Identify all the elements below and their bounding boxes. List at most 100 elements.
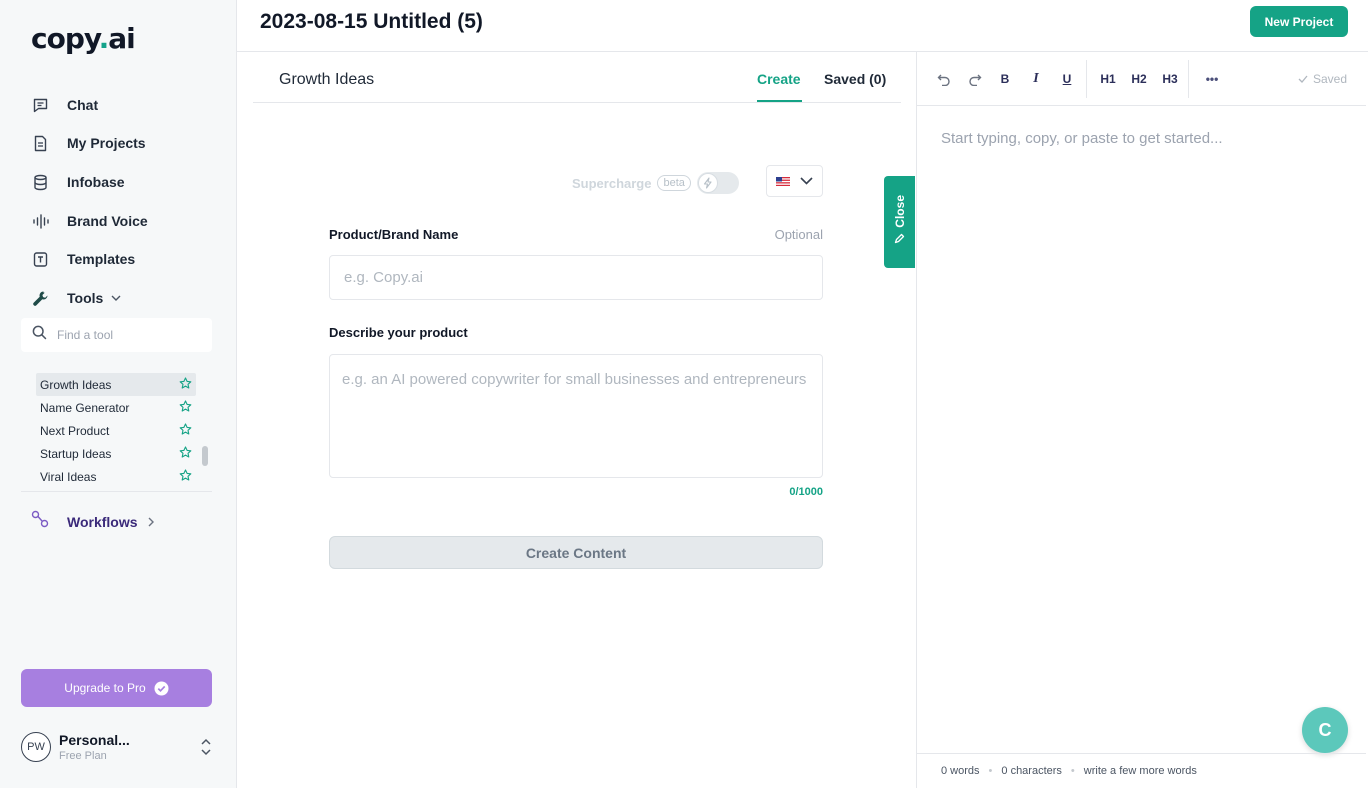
star-icon[interactable] xyxy=(179,445,192,462)
describe-product-textarea[interactable] xyxy=(329,354,823,478)
sidebar-item-chat[interactable]: Chat xyxy=(31,93,98,117)
document-icon xyxy=(31,134,49,152)
editor-toolbar: B I U H1 H2 H3 ••• Saved xyxy=(917,52,1366,106)
tool-search-input[interactable] xyxy=(57,328,197,342)
tab-saved[interactable]: Saved (0) xyxy=(824,71,886,87)
product-name-input[interactable] xyxy=(329,255,823,300)
sidebar-item-label: Brand Voice xyxy=(67,213,148,229)
tool-item-label: Name Generator xyxy=(40,400,130,415)
tool-search xyxy=(21,318,212,352)
tab-create[interactable]: Create xyxy=(757,71,801,87)
footer-dot: • xyxy=(1070,765,1075,777)
sidebar-item-templates[interactable]: Templates xyxy=(31,247,135,271)
template-icon xyxy=(31,250,49,268)
verified-badge-icon xyxy=(154,681,169,696)
optional-label: Optional xyxy=(774,227,823,242)
sidebar-item-my-projects[interactable]: My Projects xyxy=(31,131,146,155)
chevron-down-icon xyxy=(111,295,121,301)
tool-item-label: Growth Ideas xyxy=(40,377,112,392)
bold-button[interactable]: B xyxy=(998,70,1012,88)
tool-list: Growth Ideas Name Generator Next Product… xyxy=(36,373,196,481)
character-count: 0 characters xyxy=(1001,765,1062,777)
lightning-icon xyxy=(697,173,718,193)
sidebar-item-label: My Projects xyxy=(67,135,146,151)
workflows-label: Workflows xyxy=(67,513,138,530)
editor-footer: 0 words • 0 characters • write a few mor… xyxy=(917,753,1366,788)
tool-tabs-bar: Growth Ideas Create Saved (0) xyxy=(253,52,901,103)
heading2-button[interactable]: H2 xyxy=(1128,70,1150,88)
sidebar-item-label: Tools xyxy=(67,290,104,306)
beta-badge: beta xyxy=(657,175,691,191)
waveform-icon xyxy=(31,212,49,230)
search-icon xyxy=(32,325,47,345)
supercharge-label: Supercharge xyxy=(572,175,652,191)
sidebar: copy.ai Chat My Projects Infobase Brand … xyxy=(0,0,237,788)
heading3-button[interactable]: H3 xyxy=(1159,70,1181,88)
character-counter: 0/1000 xyxy=(789,486,823,498)
chevron-right-icon xyxy=(148,517,154,527)
language-select[interactable] xyxy=(766,165,823,197)
pencil-icon xyxy=(894,231,905,249)
redo-icon[interactable] xyxy=(966,70,984,88)
tool-title: Growth Ideas xyxy=(279,71,375,88)
avatar: PW xyxy=(21,732,51,762)
editor-body[interactable]: Start typing, copy, or paste to get star… xyxy=(941,130,1223,147)
active-tab-indicator xyxy=(757,100,802,102)
supercharge-toggle[interactable] xyxy=(696,172,739,194)
sidebar-item-label: Templates xyxy=(67,251,136,267)
star-icon[interactable] xyxy=(179,376,192,393)
describe-product-label: Describe your product xyxy=(329,325,468,340)
sidebar-item-infobase[interactable]: Infobase xyxy=(31,170,125,194)
chat-icon xyxy=(31,96,49,114)
undo-icon[interactable] xyxy=(935,70,953,88)
close-tab-label: Close xyxy=(892,194,907,228)
writing-hint: write a few more words xyxy=(1083,765,1197,777)
tool-item-label: Startup Ideas xyxy=(40,446,112,461)
tool-item-label: Next Product xyxy=(40,423,110,438)
upgrade-label: Upgrade to Pro xyxy=(64,681,146,695)
document-title[interactable]: 2023-08-15 Untitled (5) xyxy=(260,10,483,34)
sidebar-item-tools[interactable]: Tools xyxy=(31,286,121,310)
star-icon[interactable] xyxy=(179,468,192,482)
chat-assistant-button[interactable]: C xyxy=(1302,707,1348,753)
sidebar-item-workflows[interactable]: Workflows xyxy=(31,510,154,533)
toolbar-divider xyxy=(1086,60,1087,98)
sidebar-divider xyxy=(21,491,212,492)
account-plan: Free Plan xyxy=(59,750,107,762)
database-icon xyxy=(31,173,49,191)
star-icon[interactable] xyxy=(179,422,192,439)
chevron-up-down-icon[interactable] xyxy=(200,738,212,761)
account-switcher[interactable]: PW Personal... Free Plan xyxy=(21,730,216,764)
footer-dot: • xyxy=(988,765,993,777)
check-icon xyxy=(1298,72,1308,86)
tool-item-name-generator[interactable]: Name Generator xyxy=(36,396,196,419)
workflow-icon xyxy=(31,510,49,533)
italic-button[interactable]: I xyxy=(1029,70,1043,88)
upgrade-to-pro-button[interactable]: Upgrade to Pro xyxy=(21,669,212,707)
tool-item-label: Viral Ideas xyxy=(40,469,97,482)
sidebar-item-brand-voice[interactable]: Brand Voice xyxy=(31,209,148,233)
tool-list-scrollbar-thumb[interactable] xyxy=(202,446,208,466)
underline-button[interactable]: U xyxy=(1060,70,1074,88)
wrench-icon xyxy=(31,289,49,307)
create-content-button[interactable]: Create Content xyxy=(329,536,823,569)
tool-item-next-product[interactable]: Next Product xyxy=(36,419,196,442)
sidebar-item-label: Chat xyxy=(67,97,99,113)
us-flag-icon xyxy=(776,176,790,186)
sidebar-item-label: Infobase xyxy=(67,174,125,190)
heading1-button[interactable]: H1 xyxy=(1097,70,1119,88)
copyai-logo[interactable]: copy.ai xyxy=(31,22,136,55)
top-header: 2023-08-15 Untitled (5) New Project xyxy=(237,0,1368,52)
saved-status: Saved xyxy=(1298,72,1347,86)
star-icon[interactable] xyxy=(179,399,192,416)
product-name-label: Product/Brand Name xyxy=(329,227,459,242)
supercharge-control: Supercharge beta xyxy=(572,172,739,194)
editor-panel: B I U H1 H2 H3 ••• Saved Start typing, c… xyxy=(916,52,1368,788)
more-options-icon[interactable]: ••• xyxy=(1201,70,1223,88)
close-panel-tab[interactable]: Close xyxy=(884,176,915,268)
tool-item-startup-ideas[interactable]: Startup Ideas xyxy=(36,442,196,465)
account-name: Personal... xyxy=(59,732,130,748)
tool-item-growth-ideas[interactable]: Growth Ideas xyxy=(36,373,196,396)
tool-item-viral-ideas[interactable]: Viral Ideas xyxy=(36,465,196,481)
new-project-button[interactable]: New Project xyxy=(1250,6,1348,37)
